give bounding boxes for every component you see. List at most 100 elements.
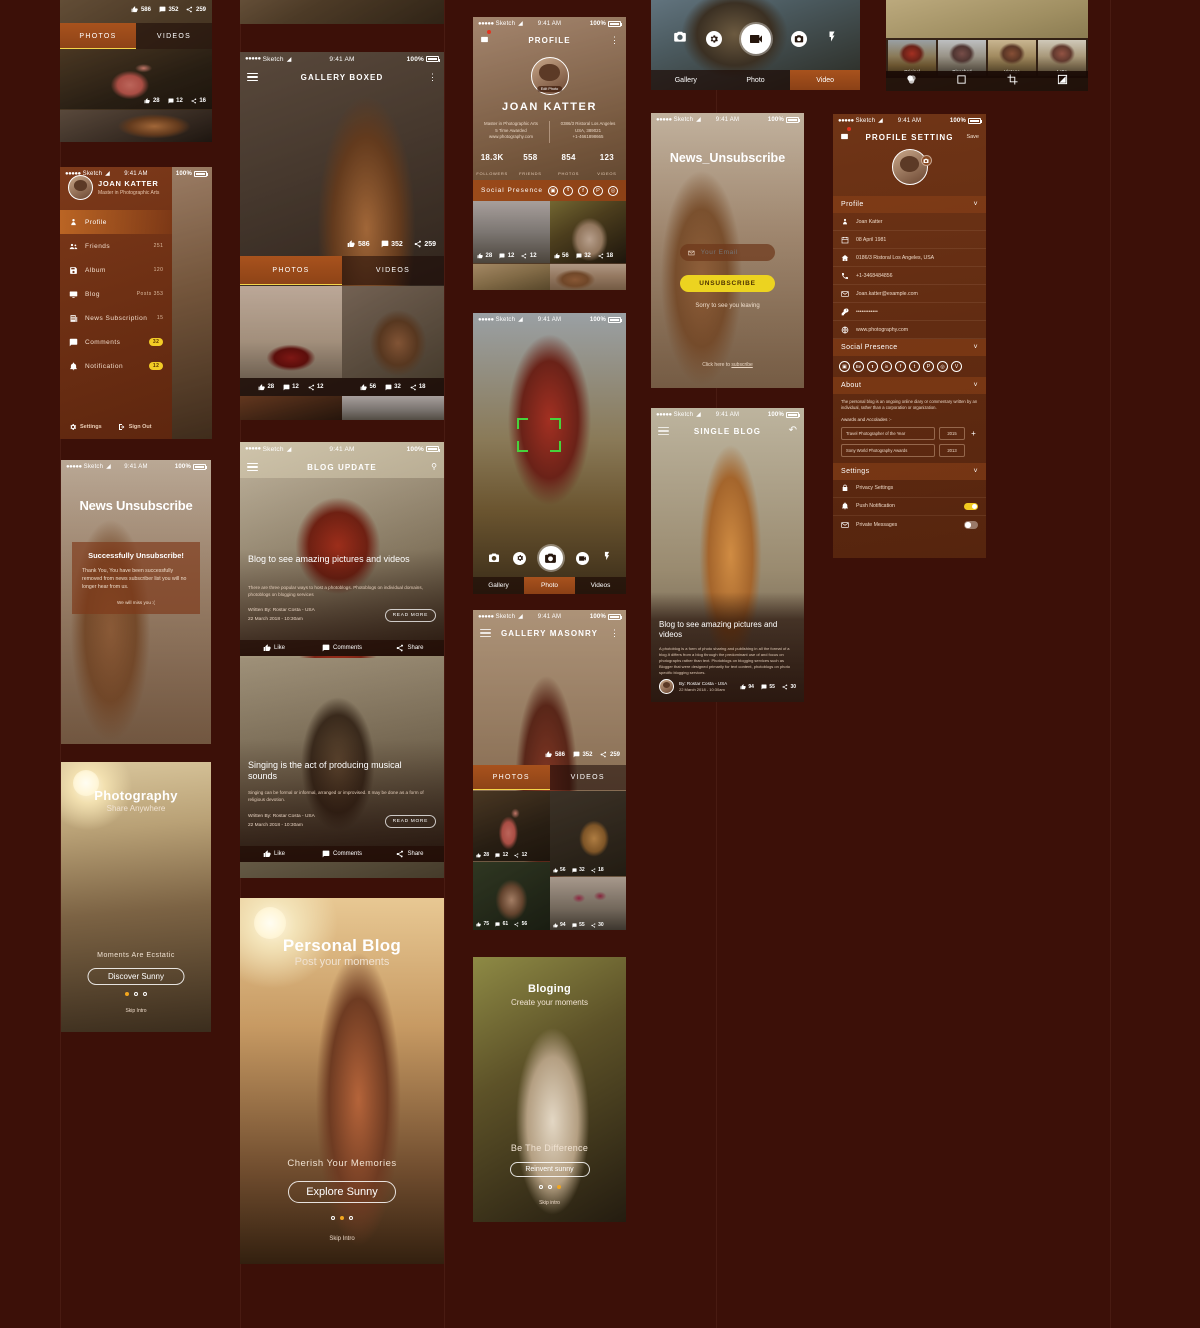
private-messages-toggle[interactable]: [964, 521, 978, 529]
cta-button[interactable]: Explore Sunny: [288, 1181, 396, 1203]
email-input[interactable]: [700, 249, 767, 256]
avatar-wrap[interactable]: [891, 149, 932, 185]
subscribe-footer[interactable]: Click here to subscribe: [651, 362, 804, 368]
edit-photo-chip[interactable]: Edit Photo: [536, 86, 563, 92]
linkedin-icon[interactable]: in: [881, 361, 892, 372]
tab-videos[interactable]: VIDEOS: [136, 23, 212, 49]
field-row-address[interactable]: 0186/3 Ristoral Los Angeles, USA: [833, 249, 986, 267]
camera-controls[interactable]: [473, 546, 626, 570]
screen-single-blog[interactable]: ●●●●● Sketch ◢ 9:41 AM 100% SINGLE BLOG …: [651, 408, 804, 702]
behance-icon[interactable]: Be: [853, 361, 864, 372]
pager-dot[interactable]: [340, 1216, 344, 1220]
photo-tile[interactable]: [60, 110, 212, 142]
pager-dot[interactable]: [349, 1216, 353, 1220]
cta-button[interactable]: Reinvent sunny: [509, 1162, 590, 1177]
flash-icon[interactable]: [826, 29, 838, 49]
switch-camera-icon[interactable]: [487, 552, 500, 565]
share-button[interactable]: Share: [376, 644, 444, 652]
read-more-button[interactable]: READ MORE: [384, 609, 436, 622]
setting-row-private-messages[interactable]: Private Messages: [833, 516, 986, 534]
camera-controls[interactable]: [651, 24, 860, 54]
field-row-name[interactable]: Joan Katter: [833, 213, 986, 231]
twitter-icon[interactable]: 𝐭: [563, 185, 573, 196]
section-social-header[interactable]: Social Presence ˅: [833, 339, 986, 356]
field-row-birthdate[interactable]: 08 April 1981: [833, 231, 986, 249]
facebook-icon[interactable]: f: [578, 185, 588, 196]
shutter-icon[interactable]: [538, 546, 563, 570]
photo-tile[interactable]: 28 12 16: [60, 49, 212, 109]
award-name[interactable]: Travel Photographer of the Year: [841, 426, 935, 440]
author-avatar[interactable]: [659, 679, 674, 694]
sidebar-item-notification[interactable]: Notification 12: [60, 354, 172, 378]
photo-tile[interactable]: 28 12 12: [473, 201, 550, 263]
unsubscribe-button[interactable]: UNSUBSCRIBE: [680, 275, 775, 292]
field-row-website[interactable]: www.photography.com: [833, 321, 986, 339]
save-button[interactable]: Save: [966, 134, 979, 140]
editor-toolbar[interactable]: [886, 71, 1088, 91]
pager-dot[interactable]: [556, 1185, 561, 1189]
hamburger-icon[interactable]: [658, 427, 669, 435]
field-row-password[interactable]: ••••••••••••: [833, 303, 986, 321]
tab-video[interactable]: Video: [790, 70, 860, 90]
gallery-tabs[interactable]: PHOTOS VIDEOS: [473, 765, 626, 790]
section-settings-header[interactable]: Settings ˅: [833, 462, 986, 480]
settings-icon[interactable]: [513, 551, 527, 565]
post-action-bar[interactable]: Like Comments Share: [240, 846, 444, 862]
award-row[interactable]: Travel Photographer of the Year 2015 +: [833, 425, 986, 442]
hamburger-icon[interactable]: [480, 629, 491, 637]
frame-icon[interactable]: [956, 72, 967, 90]
tab-gallery[interactable]: Gallery: [651, 70, 721, 90]
tab-photo[interactable]: Photo: [720, 70, 791, 90]
read-more-button[interactable]: READ MORE: [384, 815, 436, 828]
screen-profile-setting[interactable]: ●●●●● Sketch ◢ 9:41 AM 100% PROFILE SETT…: [833, 114, 986, 558]
chevron-down-icon[interactable]: ˅: [974, 382, 979, 389]
sidebar-item-friends[interactable]: Friends 251: [60, 234, 172, 258]
screen-camera-video[interactable]: Gallery Photo Video: [651, 0, 860, 90]
camera-mode-tabs[interactable]: Gallery Photo Video: [651, 70, 860, 90]
kebab-menu-icon[interactable]: ⋮: [428, 73, 437, 82]
section-about-header[interactable]: About ˅: [833, 377, 986, 394]
hamburger-icon[interactable]: [247, 73, 258, 81]
vimeo-icon[interactable]: V: [951, 361, 962, 372]
comments-button[interactable]: Comments: [308, 644, 376, 652]
pager-dot[interactable]: [125, 992, 129, 996]
photo-tile[interactable]: [240, 286, 342, 378]
tab-gallery[interactable]: Gallery: [473, 577, 524, 594]
photo-tile[interactable]: 28 12 12: [473, 791, 550, 861]
chevron-down-icon[interactable]: ˅: [974, 344, 979, 351]
subscribe-link[interactable]: subscribe: [731, 362, 752, 368]
like-button[interactable]: Like: [240, 850, 308, 858]
signout-button[interactable]: Sign Out: [118, 423, 152, 431]
tab-videos[interactable]: VIDEOS: [549, 765, 626, 790]
pinterest-icon[interactable]: P: [593, 185, 603, 196]
avatar[interactable]: [891, 149, 928, 185]
gallery-tabs[interactable]: PHOTOS VIDEOS: [240, 256, 444, 285]
share-button[interactable]: Share: [376, 850, 444, 858]
tab-photo[interactable]: Photo: [524, 577, 575, 594]
instagram-icon[interactable]: ▣: [839, 361, 850, 372]
skip-link[interactable]: Skip Intro: [240, 1236, 444, 1242]
photo-tile[interactable]: [473, 264, 550, 290]
photo-tile[interactable]: [240, 396, 342, 420]
add-award-icon[interactable]: +: [969, 429, 978, 438]
flash-icon[interactable]: [602, 549, 612, 567]
twitter-icon[interactable]: 𝐭: [867, 361, 878, 372]
pager-dot[interactable]: [331, 1216, 335, 1220]
photo-tile[interactable]: 56 32 18: [549, 791, 626, 876]
tumblr-icon[interactable]: t: [909, 361, 920, 372]
photo-tile[interactable]: [342, 396, 444, 420]
field-row-email[interactable]: Joan.katter@example.com: [833, 285, 986, 303]
pager-dot[interactable]: [134, 992, 138, 996]
award-row[interactable]: Sony World Photography Awards 2013: [833, 442, 986, 459]
tab-videos[interactable]: Videos: [575, 577, 626, 594]
photo-tile[interactable]: [549, 264, 626, 290]
screen-profile[interactable]: ●●●●● Sketch ◢ 9:41 AM 100% PROFILE ⋮ Ed…: [473, 17, 626, 290]
tab-photos[interactable]: PHOTOS: [240, 256, 342, 285]
video-icon[interactable]: [575, 551, 589, 565]
post-action-bar[interactable]: Like Comments Share: [240, 640, 444, 656]
award-name[interactable]: Sony World Photography Awards: [841, 443, 935, 457]
chevron-down-icon[interactable]: ˅: [974, 468, 979, 475]
screen-onboarding-photography[interactable]: Photography Share Anywhere Moments Are E…: [61, 762, 211, 1032]
video-record-icon[interactable]: [741, 24, 772, 54]
photo-tile[interactable]: 94 55 30: [549, 877, 626, 930]
